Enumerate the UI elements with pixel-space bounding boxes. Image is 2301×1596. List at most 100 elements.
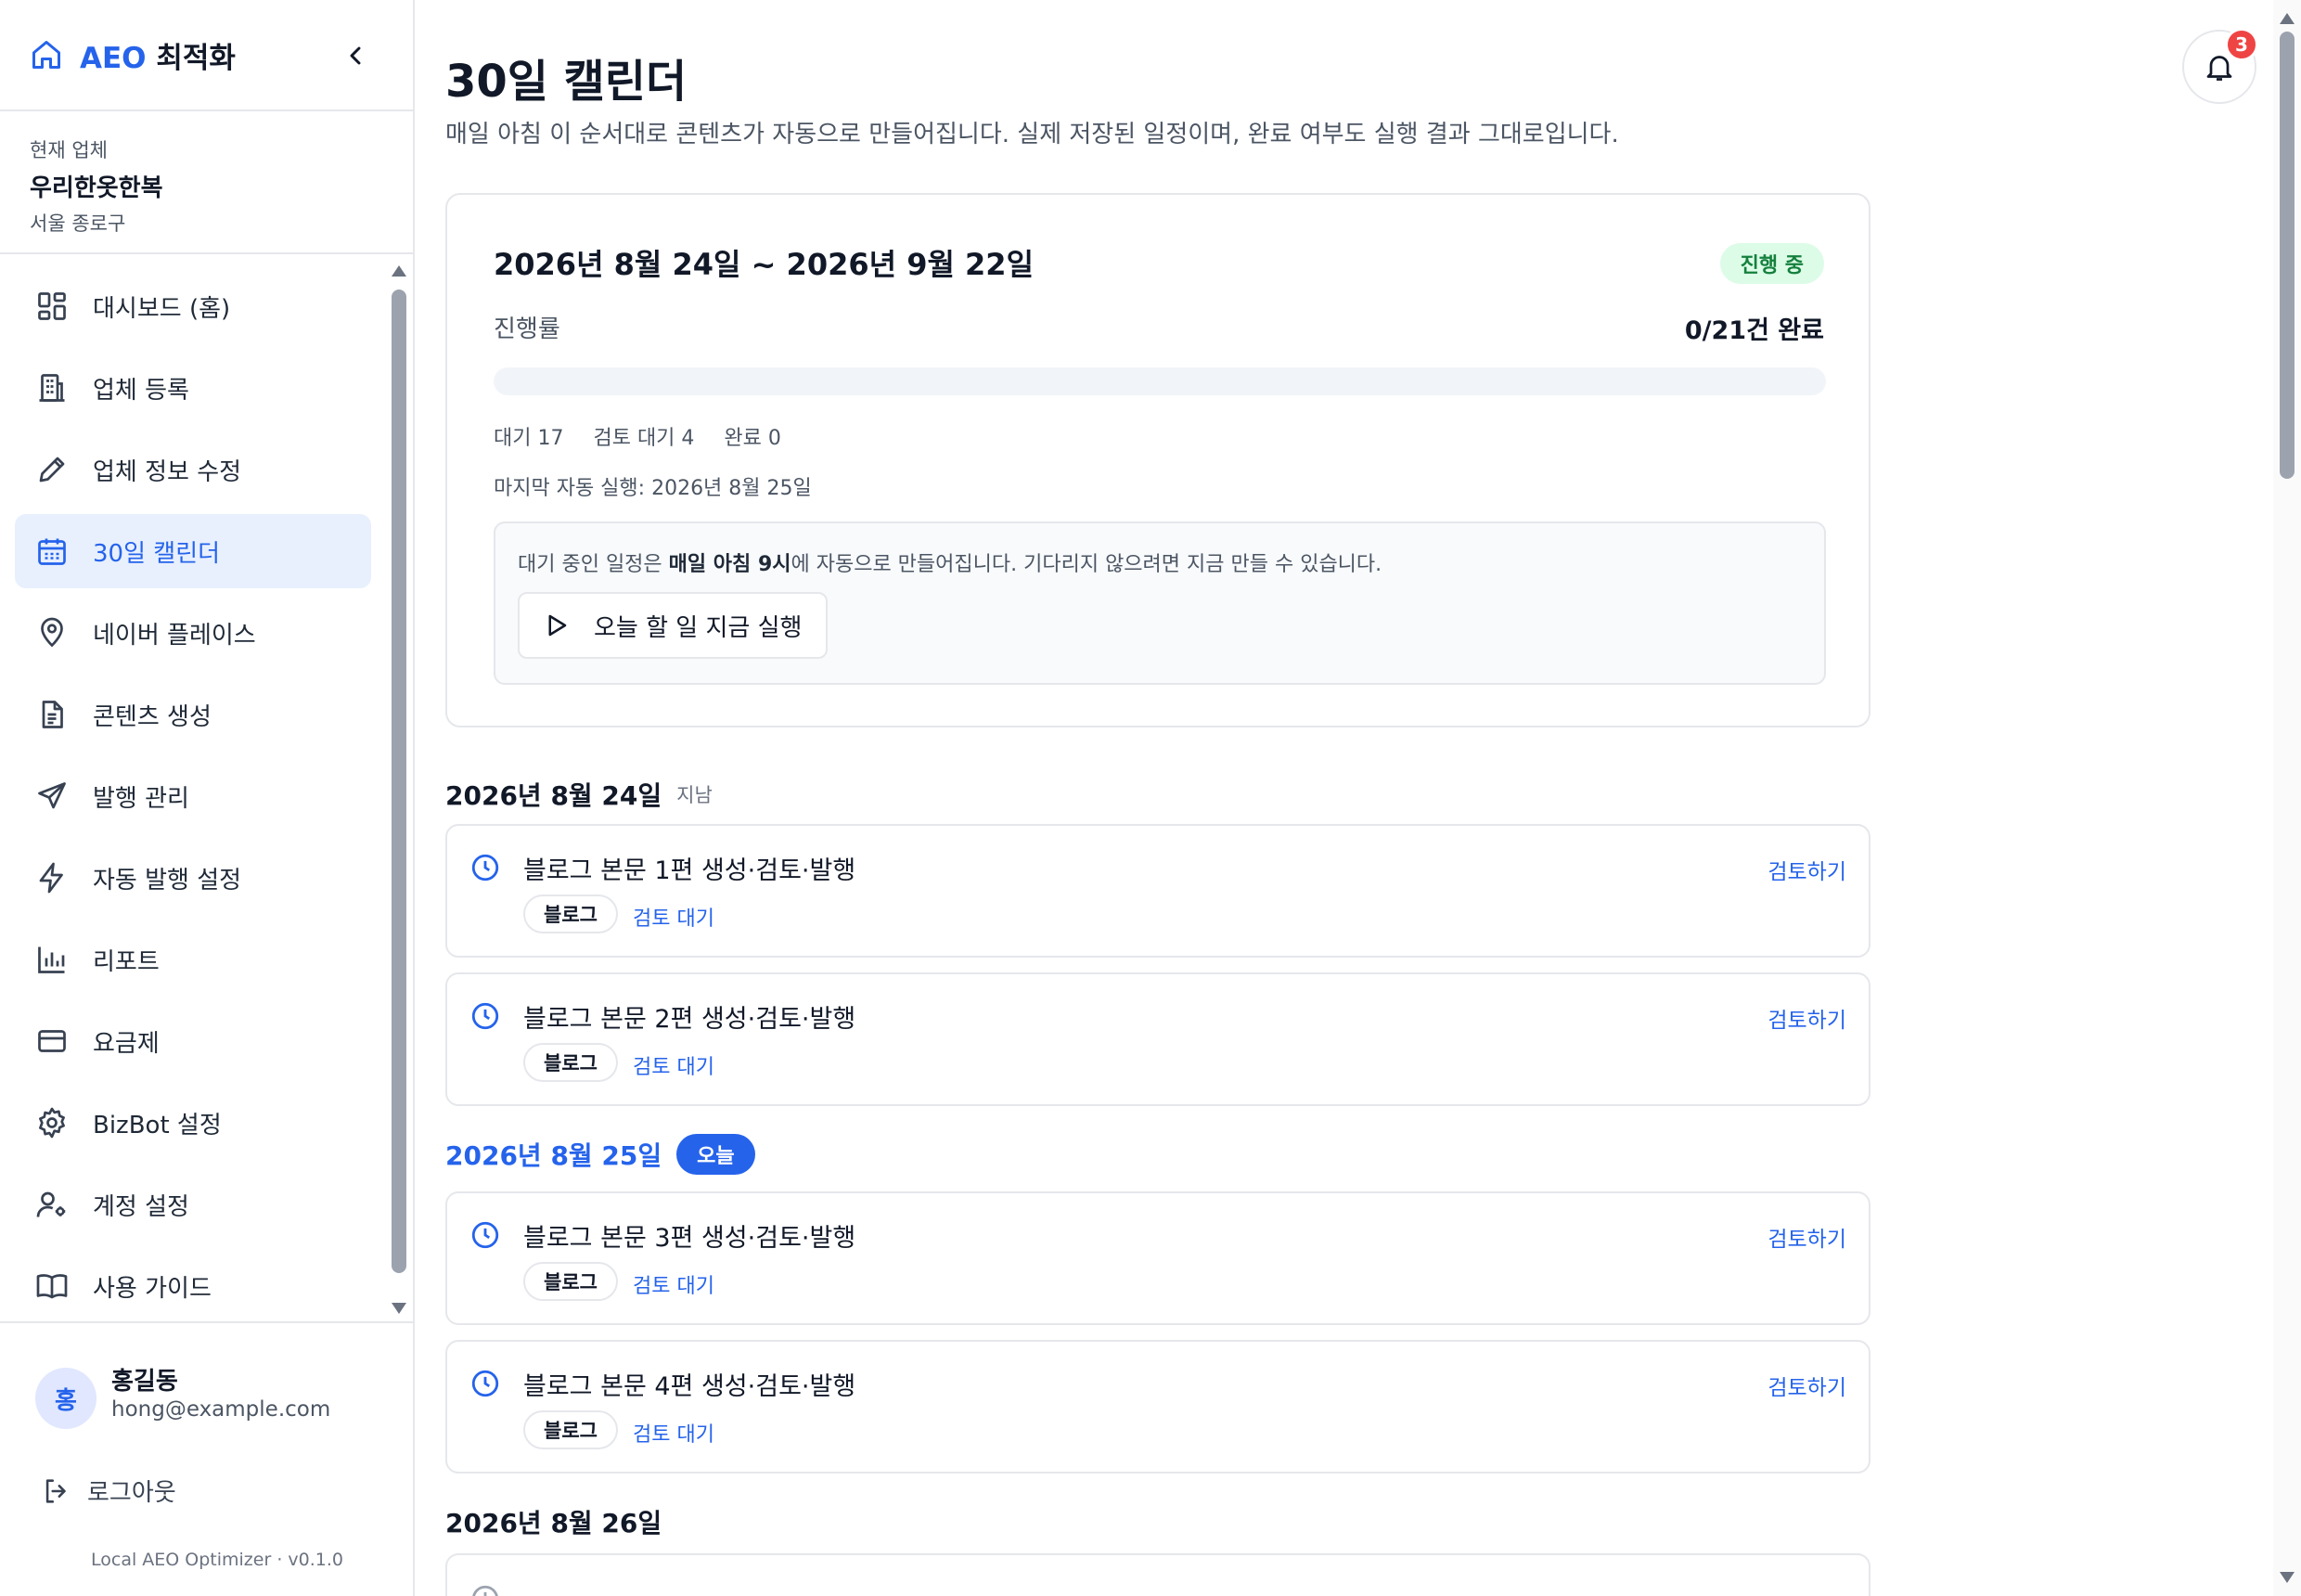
sidebar-item-publish[interactable]: 발행 관리 bbox=[15, 759, 371, 833]
user-panel: 홍 홍길동 hong@example.com 로그아웃 Local AEO Op… bbox=[0, 1321, 413, 1596]
task-status: 검토 대기 bbox=[633, 1423, 714, 1447]
current-business: 현재 업체 우리한옷한복 서울 종로구 bbox=[0, 113, 413, 254]
scroll-down-arrow-icon[interactable] bbox=[392, 1303, 406, 1314]
run-now-button[interactable]: 오늘 할 일 지금 실행 bbox=[518, 592, 829, 659]
review-link[interactable]: 검토하기 bbox=[1768, 1002, 1846, 1034]
day-date: 2026년 8월 24일 bbox=[445, 780, 662, 811]
scroll-up-arrow-icon[interactable] bbox=[392, 265, 406, 277]
bar-chart-icon bbox=[38, 946, 65, 973]
day-header: 2026년 8월 24일 지남 bbox=[445, 776, 713, 813]
task-title: 블로그 본문 2편 생성·검토·발행 bbox=[523, 1005, 856, 1034]
clock-icon bbox=[472, 1585, 498, 1596]
sidebar-item-label: 콘텐츠 생성 bbox=[93, 702, 212, 731]
sidebar-item-naver-place[interactable]: 네이버 플레이스 bbox=[15, 596, 371, 670]
task-type-chip: 블로그 bbox=[523, 1410, 618, 1449]
review-link[interactable]: 검토하기 bbox=[1768, 854, 1846, 885]
progress-label: 진행률 bbox=[494, 315, 560, 343]
sidebar-item-pricing[interactable]: 요금제 bbox=[15, 1004, 371, 1078]
sidebar-scrollbar[interactable] bbox=[390, 265, 408, 1314]
sidebar-item-content[interactable]: 콘텐츠 생성 bbox=[15, 677, 371, 752]
task-title: 블로그 본문 1편 생성·검토·발행 bbox=[523, 856, 856, 885]
sidebar-item-guide[interactable]: 사용 가이드 bbox=[15, 1249, 371, 1321]
avatar[interactable]: 홍 bbox=[35, 1368, 96, 1429]
review-link[interactable]: 검토하기 bbox=[1768, 1370, 1846, 1401]
scroll-down-arrow-icon[interactable] bbox=[2280, 1572, 2295, 1583]
lightning-icon bbox=[39, 862, 63, 894]
sidebar-item-label: 대시보드 (홈) bbox=[93, 294, 231, 323]
sidebar-item-label: 발행 관리 bbox=[93, 784, 189, 813]
task-status: 검토 대기 bbox=[633, 1056, 714, 1079]
sidebar-item-label: 사용 가이드 bbox=[93, 1274, 212, 1303]
business-location: 서울 종로구 bbox=[30, 212, 126, 235]
sidebar-item-edit-business[interactable]: 업체 정보 수정 bbox=[15, 432, 371, 507]
day-date: 2026년 8월 26일 bbox=[445, 1508, 662, 1538]
main-scrollbar[interactable] bbox=[2273, 0, 2301, 1596]
task-status: 검토 대기 bbox=[633, 1275, 714, 1298]
task-card[interactable]: 블로그 본문 1편 생성·검토·발행 블로그 검토 대기 검토하기 bbox=[445, 824, 1870, 958]
progress-count: 0/21건 완료 bbox=[1684, 316, 1824, 345]
schedule-notice: 대기 중인 일정은 매일 아침 9시에 자동으로 만들어집니다. 기다리지 않으… bbox=[494, 521, 1826, 685]
sidebar-item-dashboard[interactable]: 대시보드 (홈) bbox=[15, 269, 371, 343]
map-pin-icon bbox=[41, 617, 63, 648]
sidebar-item-report[interactable]: 리포트 bbox=[15, 922, 371, 997]
sidebar-item-label: 업체 정보 수정 bbox=[93, 457, 242, 486]
calendar-icon bbox=[38, 538, 66, 565]
chevron-left-icon[interactable] bbox=[341, 41, 370, 71]
sidebar-item-label: 리포트 bbox=[93, 947, 160, 976]
sidebar-item-bizbot[interactable]: BizBot 설정 bbox=[15, 1086, 371, 1160]
page-subtitle: 매일 아침 이 순서대로 콘텐츠가 자동으로 만들어집니다. 실제 저장된 일정… bbox=[445, 121, 1619, 148]
page-title: 30일 캘린더 bbox=[445, 56, 688, 108]
business-label: 현재 업체 bbox=[30, 139, 108, 161]
task-status: 검토 대기 bbox=[633, 907, 714, 931]
pencil-icon bbox=[39, 457, 65, 483]
day-past-tag: 지남 bbox=[676, 784, 713, 806]
play-icon bbox=[548, 614, 567, 637]
review-link[interactable]: 검토하기 bbox=[1768, 1221, 1846, 1253]
sidebar-item-label: 네이버 플레이스 bbox=[93, 621, 256, 650]
logout-button[interactable]: 로그아웃 bbox=[41, 1474, 176, 1508]
task-card[interactable]: 블로그 본문 3편 생성·검토·발행 블로그 검토 대기 검토하기 bbox=[445, 1191, 1870, 1325]
task-type-chip: 블로그 bbox=[523, 895, 618, 933]
sidebar-scroll-thumb[interactable] bbox=[392, 290, 406, 1273]
logout-label: 로그아웃 bbox=[87, 1479, 176, 1507]
calendar-summary-card: 2026년 8월 24일 ~ 2026년 9월 22일 진행 중 진행률 0/2… bbox=[445, 193, 1870, 727]
date-range: 2026년 8월 24일 ~ 2026년 9월 22일 bbox=[494, 247, 1035, 282]
sidebar-item-account[interactable]: 계정 설정 bbox=[15, 1167, 371, 1242]
send-icon bbox=[38, 782, 66, 809]
user-email: hong@example.com bbox=[111, 1397, 331, 1422]
sidebar-item-label: 30일 캘린더 bbox=[93, 539, 221, 568]
sidebar-item-label: 계정 설정 bbox=[93, 1192, 189, 1221]
count-review: 검토 대기 4 bbox=[593, 427, 695, 450]
credit-card-icon bbox=[38, 1030, 66, 1052]
sidebar-item-auto-publish[interactable]: 자동 발행 설정 bbox=[15, 841, 371, 915]
task-card[interactable]: 블로그 본문 4편 생성·검토·발행 블로그 검토 대기 검토하기 bbox=[445, 1340, 1870, 1474]
app-version: Local AEO Optimizer · v0.1.0 bbox=[91, 1550, 343, 1570]
user-name: 홍길동 bbox=[111, 1368, 178, 1396]
sidebar-item-register-business[interactable]: 업체 등록 bbox=[15, 351, 371, 425]
sidebar-item-label: BizBot 설정 bbox=[93, 1111, 222, 1139]
clock-icon bbox=[471, 854, 499, 882]
task-card[interactable]: 블로그 본문 2편 생성·검토·발행 블로그 검토 대기 검토하기 bbox=[445, 972, 1870, 1106]
sidebar-item-label: 자동 발행 설정 bbox=[93, 866, 242, 895]
business-name: 우리한옷한복 bbox=[30, 174, 163, 202]
task-card-partial[interactable] bbox=[445, 1553, 1870, 1596]
last-run-text: 마지막 자동 실행: 2026년 8월 25일 bbox=[494, 477, 812, 500]
day-header: 2026년 8월 26일 bbox=[445, 1503, 662, 1540]
progress-bar bbox=[494, 367, 1826, 395]
clock-icon bbox=[471, 1370, 499, 1397]
notification-count-badge: 3 bbox=[2225, 28, 2258, 61]
user-cog-icon bbox=[36, 1191, 66, 1217]
clock-icon bbox=[471, 1002, 499, 1030]
sidebar-nav: 대시보드 (홈) 업체 등록 업체 정보 수정 30일 캘린더 네이버 플레이스… bbox=[0, 256, 413, 1321]
sidebar-item-calendar[interactable]: 30일 캘린더 bbox=[15, 514, 371, 588]
status-counts: 대기 17 검토 대기 4 완료 0 bbox=[494, 421, 811, 451]
document-icon bbox=[42, 701, 63, 728]
clock-icon bbox=[471, 1221, 499, 1249]
home-icon[interactable] bbox=[30, 38, 63, 71]
scroll-up-arrow-icon[interactable] bbox=[2280, 13, 2295, 24]
brand-header: AEO 최적화 bbox=[0, 0, 413, 111]
logout-icon bbox=[45, 1478, 66, 1503]
today-badge: 오늘 bbox=[676, 1134, 755, 1175]
main-scroll-thumb[interactable] bbox=[2280, 32, 2295, 479]
app-root: AEO 최적화 현재 업체 우리한옷한복 서울 종로구 대시보드 (홈) 업체 … bbox=[0, 0, 2301, 1596]
